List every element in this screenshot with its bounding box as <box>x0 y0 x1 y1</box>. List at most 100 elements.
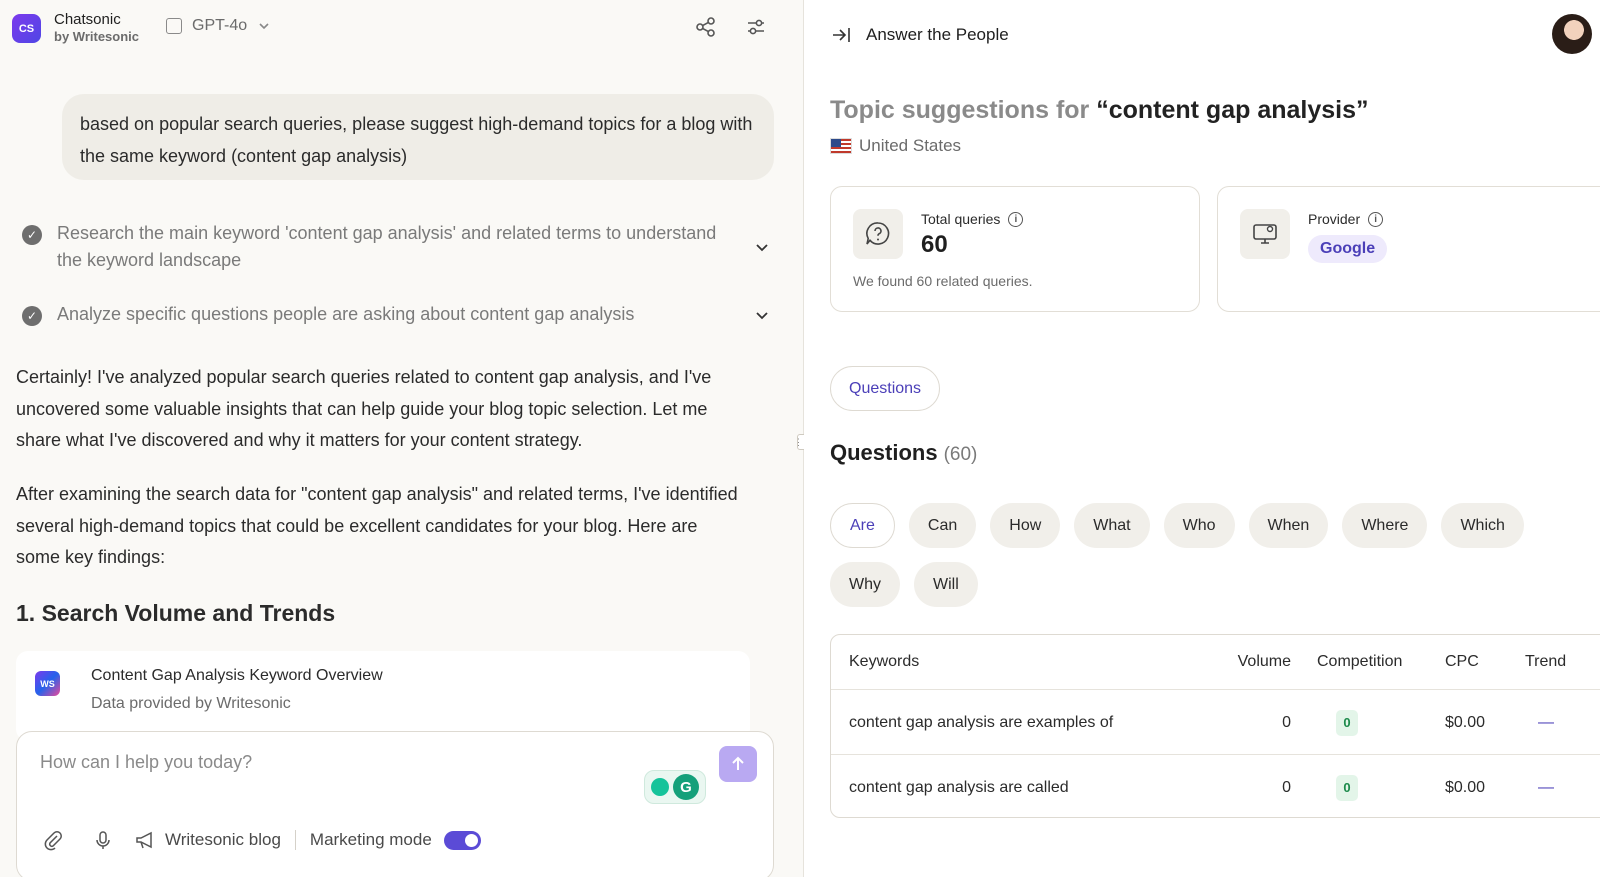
topic-title: Topic suggestions for “content gap analy… <box>830 96 1369 125</box>
stat-label: Provider i <box>1308 211 1384 227</box>
response-paragraph: Certainly! I've analyzed popular search … <box>16 367 712 450</box>
country-name: United States <box>859 136 962 155</box>
filter-where[interactable]: Where <box>1342 503 1428 548</box>
question-filters: Are Can How What Who When Where Which Wh… <box>830 503 1550 607</box>
research-step-2[interactable]: ✓ Analyze specific questions people are … <box>22 301 782 328</box>
microphone-icon[interactable] <box>91 828 115 852</box>
us-flag-icon <box>830 138 852 154</box>
table-row[interactable]: content gap analysis are called 0 0 $0.0… <box>831 756 1600 817</box>
send-button[interactable] <box>719 746 757 782</box>
competition-badge: 0 <box>1336 774 1358 801</box>
megaphone-icon <box>133 828 157 852</box>
chat-pane: CS Chatsonic by Writesonic GPT-4o based … <box>0 0 803 877</box>
paperclip-icon[interactable] <box>41 828 65 852</box>
keyword-cell: content gap analysis are called <box>849 778 1069 796</box>
composer-toolbar: Writesonic blog Marketing mode <box>41 828 481 852</box>
share-icon[interactable] <box>693 14 719 40</box>
info-icon[interactable]: i <box>1368 211 1384 227</box>
filter-when[interactable]: When <box>1248 503 1329 548</box>
writesonic-blog-button[interactable]: Writesonic blog <box>165 830 281 850</box>
model-selector[interactable]: GPT-4o <box>166 17 271 35</box>
col-cpc[interactable]: CPC <box>1445 653 1479 671</box>
questions-count: (60) <box>943 444 978 465</box>
chip-icon <box>166 18 182 34</box>
cpc-cell: $0.00 <box>1445 713 1486 731</box>
keywords-table: Keywords Volume Competition CPC Trend co… <box>830 634 1600 818</box>
writesonic-logo: WS <box>35 671 60 696</box>
stat-label: Total queries i <box>921 211 1024 227</box>
trend-cell: — <box>1538 778 1554 796</box>
volume-cell: 0 <box>1282 713 1291 731</box>
trend-cell: — <box>1538 713 1554 731</box>
country: United States <box>830 136 961 156</box>
brand: Chatsonic by Writesonic <box>54 12 139 43</box>
filter-which[interactable]: Which <box>1441 503 1524 548</box>
table-header: Keywords Volume Competition CPC Trend <box>831 635 1600 690</box>
total-queries-label: Total queries <box>921 211 1001 227</box>
grammarly-icon: G <box>673 774 699 800</box>
step-text: Analyze specific questions people are as… <box>57 304 635 324</box>
filter-why[interactable]: Why <box>830 562 900 607</box>
answer-the-people-panel: Answer the People Topic suggestions for … <box>804 0 1600 877</box>
competition-cell: 0 <box>1336 709 1358 736</box>
grammarly-widget[interactable]: G <box>644 770 706 804</box>
lightbulb-icon <box>651 778 669 796</box>
chevron-down-icon[interactable] <box>754 307 770 323</box>
chevron-down-icon[interactable] <box>754 239 770 255</box>
keyword-cell: content gap analysis are examples of <box>849 713 1114 731</box>
info-icon[interactable]: i <box>1008 211 1024 227</box>
monitor-settings-icon <box>1240 209 1290 259</box>
marketing-mode-toggle[interactable] <box>443 830 481 850</box>
research-step-1[interactable]: ✓ Research the main keyword 'content gap… <box>22 220 782 274</box>
separator <box>294 830 296 850</box>
total-queries-card: Total queries i 60 We found 60 related q… <box>830 186 1200 312</box>
marketing-mode-label: Marketing mode <box>309 830 432 849</box>
user-avatar[interactable] <box>1552 14 1592 54</box>
check-circle-icon: ✓ <box>22 225 42 245</box>
chat-question-icon <box>853 209 903 259</box>
chat-topbar: CS Chatsonic by Writesonic GPT-4o <box>0 0 803 56</box>
arrow-up-icon <box>732 756 744 770</box>
provider-badge: Google <box>1308 235 1388 263</box>
filter-will[interactable]: Will <box>914 562 978 607</box>
panel-title: Answer the People <box>866 25 1009 44</box>
col-keywords[interactable]: Keywords <box>849 653 919 671</box>
chevron-down-icon <box>259 23 269 30</box>
panel-header: Answer the People <box>830 24 1009 46</box>
col-trend[interactable]: Trend <box>1525 653 1566 671</box>
questions-title: Questions <box>830 440 938 465</box>
filter-what[interactable]: What <box>1074 503 1150 548</box>
settings-sliders-icon[interactable] <box>743 14 769 40</box>
table-row[interactable]: content gap analysis are examples of 0 0… <box>831 691 1600 755</box>
filter-can[interactable]: Can <box>908 503 977 548</box>
collapse-panel-icon[interactable] <box>830 24 852 46</box>
filter-are[interactable]: Are <box>830 503 895 548</box>
col-volume[interactable]: Volume <box>1238 653 1291 671</box>
step-text: Research the main keyword 'content gap a… <box>57 223 717 270</box>
cpc-cell: $0.00 <box>1445 778 1486 796</box>
tab-questions[interactable]: Questions <box>830 366 941 411</box>
competition-badge: 0 <box>1336 709 1358 736</box>
message-input[interactable] <box>40 752 640 773</box>
col-competition[interactable]: Competition <box>1317 653 1402 671</box>
total-queries-value: 60 <box>921 231 948 258</box>
topic-keyword: “content gap analysis” <box>1096 96 1369 124</box>
check-circle-icon: ✓ <box>22 306 42 326</box>
questions-heading: Questions (60) <box>830 440 977 466</box>
chatsonic-logo: CS <box>12 14 41 43</box>
brand-byline: by Writesonic <box>54 29 140 44</box>
filter-how[interactable]: How <box>990 503 1061 548</box>
total-queries-note: We found 60 related queries. <box>853 273 1033 289</box>
section-heading: 1. Search Volume and Trends <box>16 600 336 626</box>
card-subtitle: Data provided by Writesonic <box>91 695 291 712</box>
card-title: Content Gap Analysis Keyword Overview <box>91 667 383 684</box>
message-composer: G Writesonic blog Marketing mode <box>16 731 774 877</box>
brand-name: Chatsonic <box>54 11 121 28</box>
volume-cell: 0 <box>1282 778 1291 796</box>
filter-who[interactable]: Who <box>1163 503 1235 548</box>
keyword-overview-card[interactable]: WS Content Gap Analysis Keyword Overview… <box>16 651 750 741</box>
model-label: GPT-4o <box>192 17 248 34</box>
topic-prefix: Topic suggestions for <box>830 96 1090 124</box>
competition-cell: 0 <box>1336 774 1358 801</box>
provider-card: Provider i Google <box>1217 186 1600 312</box>
